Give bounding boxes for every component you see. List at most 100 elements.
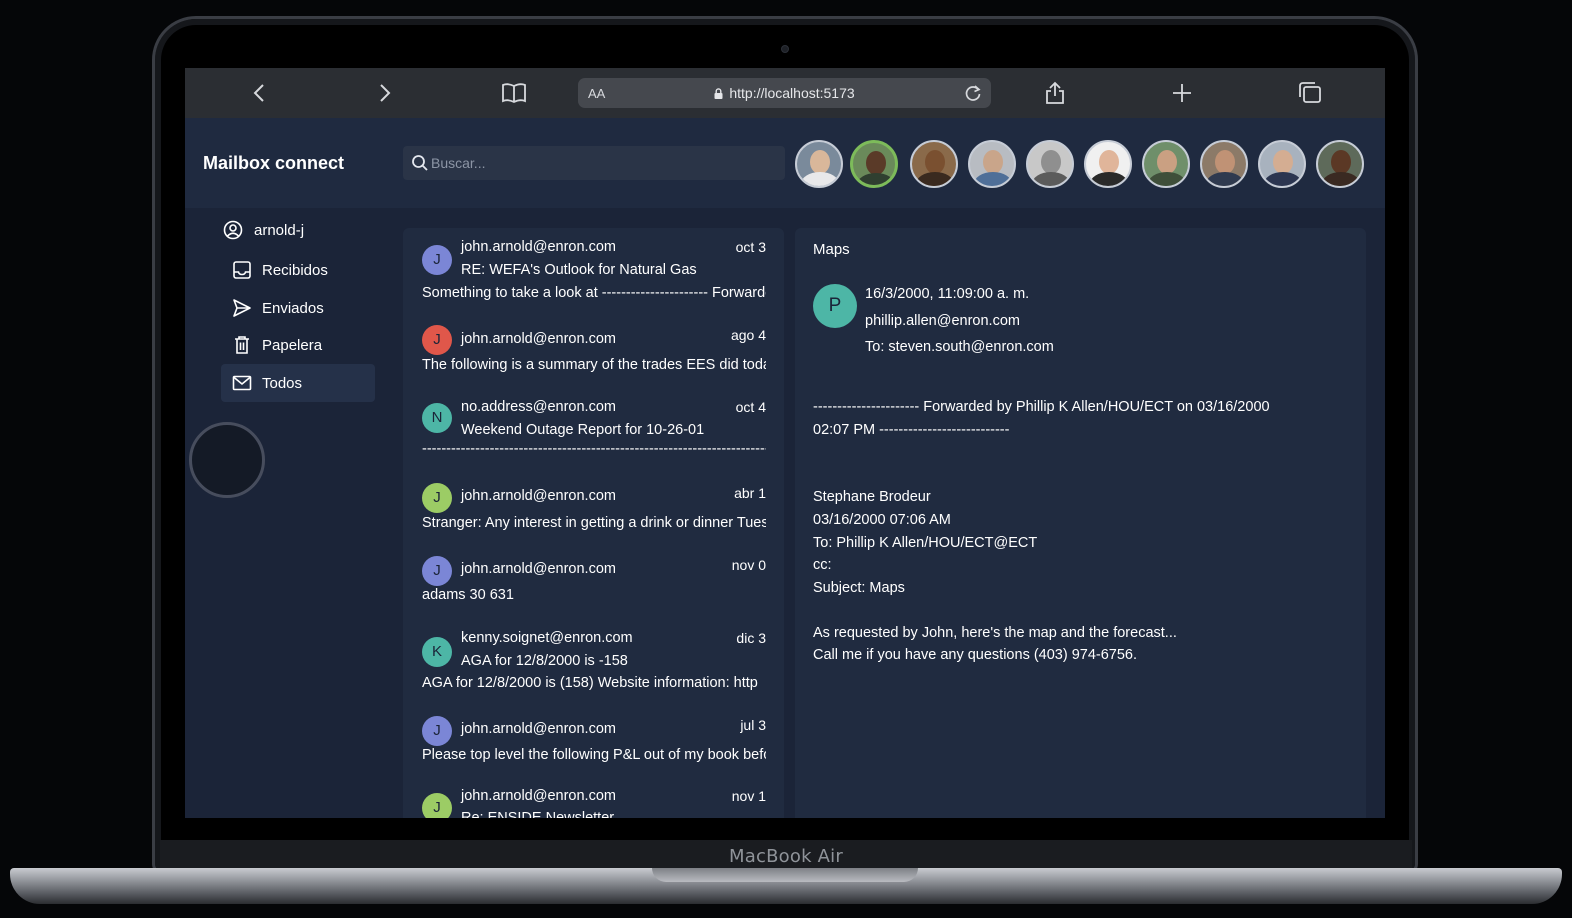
email-item[interactable]: J john.arnold@enron.com ago 4 The follow… [403, 320, 784, 388]
contact-avatar-7[interactable] [1142, 140, 1190, 188]
tabs-icon [1299, 82, 1321, 103]
sender-avatar: N [422, 403, 452, 433]
email-subject-title: Maps [813, 241, 850, 258]
email-item[interactable]: J john.arnold@enron.com nov 1 Re: ENSIDE… [403, 788, 784, 818]
lock-icon [714, 88, 723, 99]
sidebar-item-enviados[interactable]: Enviados [221, 289, 375, 327]
email-datetime: 16/3/2000, 11:09:00 a. m. [865, 286, 1030, 302]
contact-avatar-9[interactable] [1258, 140, 1306, 188]
email-preview: Something to take a look at ------------… [422, 285, 766, 301]
sender-avatar: J [422, 556, 452, 586]
email-item[interactable]: J john.arnold@enron.com abr 1 Stranger: … [403, 480, 784, 544]
sidebar-item-label: Papelera [262, 336, 323, 354]
sender-avatar: J [422, 483, 452, 513]
share-button[interactable] [1041, 80, 1069, 106]
email-body-line: Subject: Maps [813, 580, 905, 596]
sidebar-item-papelera[interactable]: Papelera [221, 326, 375, 364]
email-body-line: As requested by John, here's the map and… [813, 625, 1177, 641]
email-body-line: Call me if you have any questions (403) … [813, 647, 1138, 663]
new-tab-button[interactable] [1168, 80, 1196, 106]
sidebar-item-label: Enviados [262, 299, 324, 317]
tabs-overview-button[interactable] [1296, 80, 1324, 106]
email-sender: john.arnold@enron.com [461, 239, 616, 255]
contact-avatar-1[interactable] [795, 140, 843, 188]
contact-avatar-6[interactable] [1084, 140, 1132, 188]
email-from: phillip.allen@enron.com [865, 313, 1020, 329]
contact-avatar-5[interactable] [1026, 140, 1074, 188]
email-sender: john.arnold@enron.com [461, 788, 616, 804]
sidebar-item-recibidos[interactable]: Recibidos [221, 251, 375, 289]
chevron-right-icon [380, 84, 391, 102]
sidebar: arnold-j Recibidos Enviados Papelera Tod… [185, 208, 393, 818]
email-sender: john.arnold@enron.com [461, 721, 616, 737]
email-preview: Stranger: Any interest in getting a drin… [422, 515, 766, 531]
account-switcher[interactable]: arnold-j [223, 220, 304, 240]
contact-avatar-8[interactable] [1200, 140, 1248, 188]
url-display[interactable]: http://localhost:5173 [578, 85, 991, 101]
sender-avatar: K [422, 637, 452, 667]
sender-avatar: J [422, 245, 452, 275]
email-preview: ----------------------------------------… [422, 441, 766, 457]
sidebar-item-label: Todos [262, 374, 303, 392]
reload-icon[interactable] [963, 83, 983, 103]
chevron-left-icon [253, 84, 264, 102]
email-sender: kenny.soignet@enron.com [461, 630, 633, 646]
device-label: MacBook Air [729, 846, 843, 867]
email-sender: john.arnold@enron.com [461, 561, 616, 577]
email-date: ago 4 [730, 327, 766, 343]
address-bar[interactable]: AA http://localhost:5173 [578, 78, 991, 108]
forward-button[interactable] [371, 80, 399, 106]
search-box[interactable] [403, 146, 785, 180]
mail-app: Mailbox connect arnold-j [185, 118, 1385, 818]
email-preview: AGA for 12/8/2000 is (158) Website infor… [422, 675, 758, 691]
email-preview: Please top level the following P&L out o… [422, 747, 766, 763]
contact-avatar-3[interactable] [910, 140, 958, 188]
laptop-notch [652, 868, 918, 882]
sidebar-item-todos[interactable]: Todos [221, 364, 375, 402]
sender-avatar: P [813, 284, 857, 328]
touch-indicator [189, 422, 265, 498]
email-body-line: cc: [813, 557, 832, 573]
email-sender: john.arnold@enron.com [461, 488, 616, 504]
email-preview: adams 30 631 [422, 587, 514, 603]
email-date: nov 1 [731, 788, 766, 804]
url-text: http://localhost:5173 [729, 85, 855, 101]
contact-avatar-2[interactable] [850, 140, 898, 188]
email-sender: john.arnold@enron.com [461, 331, 616, 347]
email-subject: Weekend Outage Report for 10-26-01 [461, 422, 705, 438]
email-body-line: To: Phillip K Allen/HOU/ECT@ECT [813, 535, 1038, 551]
sender-avatar: J [422, 793, 452, 818]
email-subject: AGA for 12/8/2000 is -158 [461, 653, 628, 669]
app-header: Mailbox connect [185, 118, 1385, 208]
email-date: nov 0 [731, 557, 766, 573]
email-item[interactable]: J john.arnold@enron.com jul 3 Please top… [403, 713, 784, 779]
email-body-line: ---------------------- Forwarded by Phil… [813, 399, 1270, 415]
email-item[interactable]: J john.arnold@enron.com nov 0 adams 30 6… [403, 553, 784, 619]
contact-avatar-4[interactable] [968, 140, 1016, 188]
email-body-line: Stephane Brodeur [813, 489, 931, 505]
email-date: jul 3 [740, 717, 766, 733]
search-icon [412, 155, 428, 171]
back-button[interactable] [245, 80, 273, 106]
email-date: abr 1 [734, 485, 766, 501]
sender-avatar: J [422, 716, 452, 746]
plus-icon [1173, 84, 1191, 102]
share-icon [1046, 81, 1064, 104]
browser-toolbar: AA http://localhost:5173 [185, 68, 1385, 118]
email-item[interactable]: J john.arnold@enron.com oct 3 RE: WEFA's… [403, 228, 784, 318]
email-item[interactable]: N no.address@enron.com oct 4 Weekend Out… [403, 393, 784, 477]
email-subject: RE: WEFA's Outlook for Natural Gas [461, 262, 697, 278]
email-sender: no.address@enron.com [461, 399, 616, 415]
bookmarks-button[interactable] [500, 80, 528, 106]
email-item[interactable]: K kenny.soignet@enron.com dic 3 AGA for … [403, 625, 784, 705]
email-date: dic 3 [736, 630, 766, 646]
contact-avatar-10[interactable] [1316, 140, 1364, 188]
send-icon [233, 299, 251, 317]
email-body-line: 03/16/2000 07:06 AM [813, 512, 951, 528]
screen: AA http://localhost:5173 Mailbox connect [185, 68, 1385, 818]
inbox-icon [233, 261, 251, 279]
camera-dot [781, 45, 789, 53]
trash-icon [235, 336, 249, 354]
search-input[interactable] [431, 146, 781, 180]
sidebar-item-label: Recibidos [262, 261, 328, 279]
